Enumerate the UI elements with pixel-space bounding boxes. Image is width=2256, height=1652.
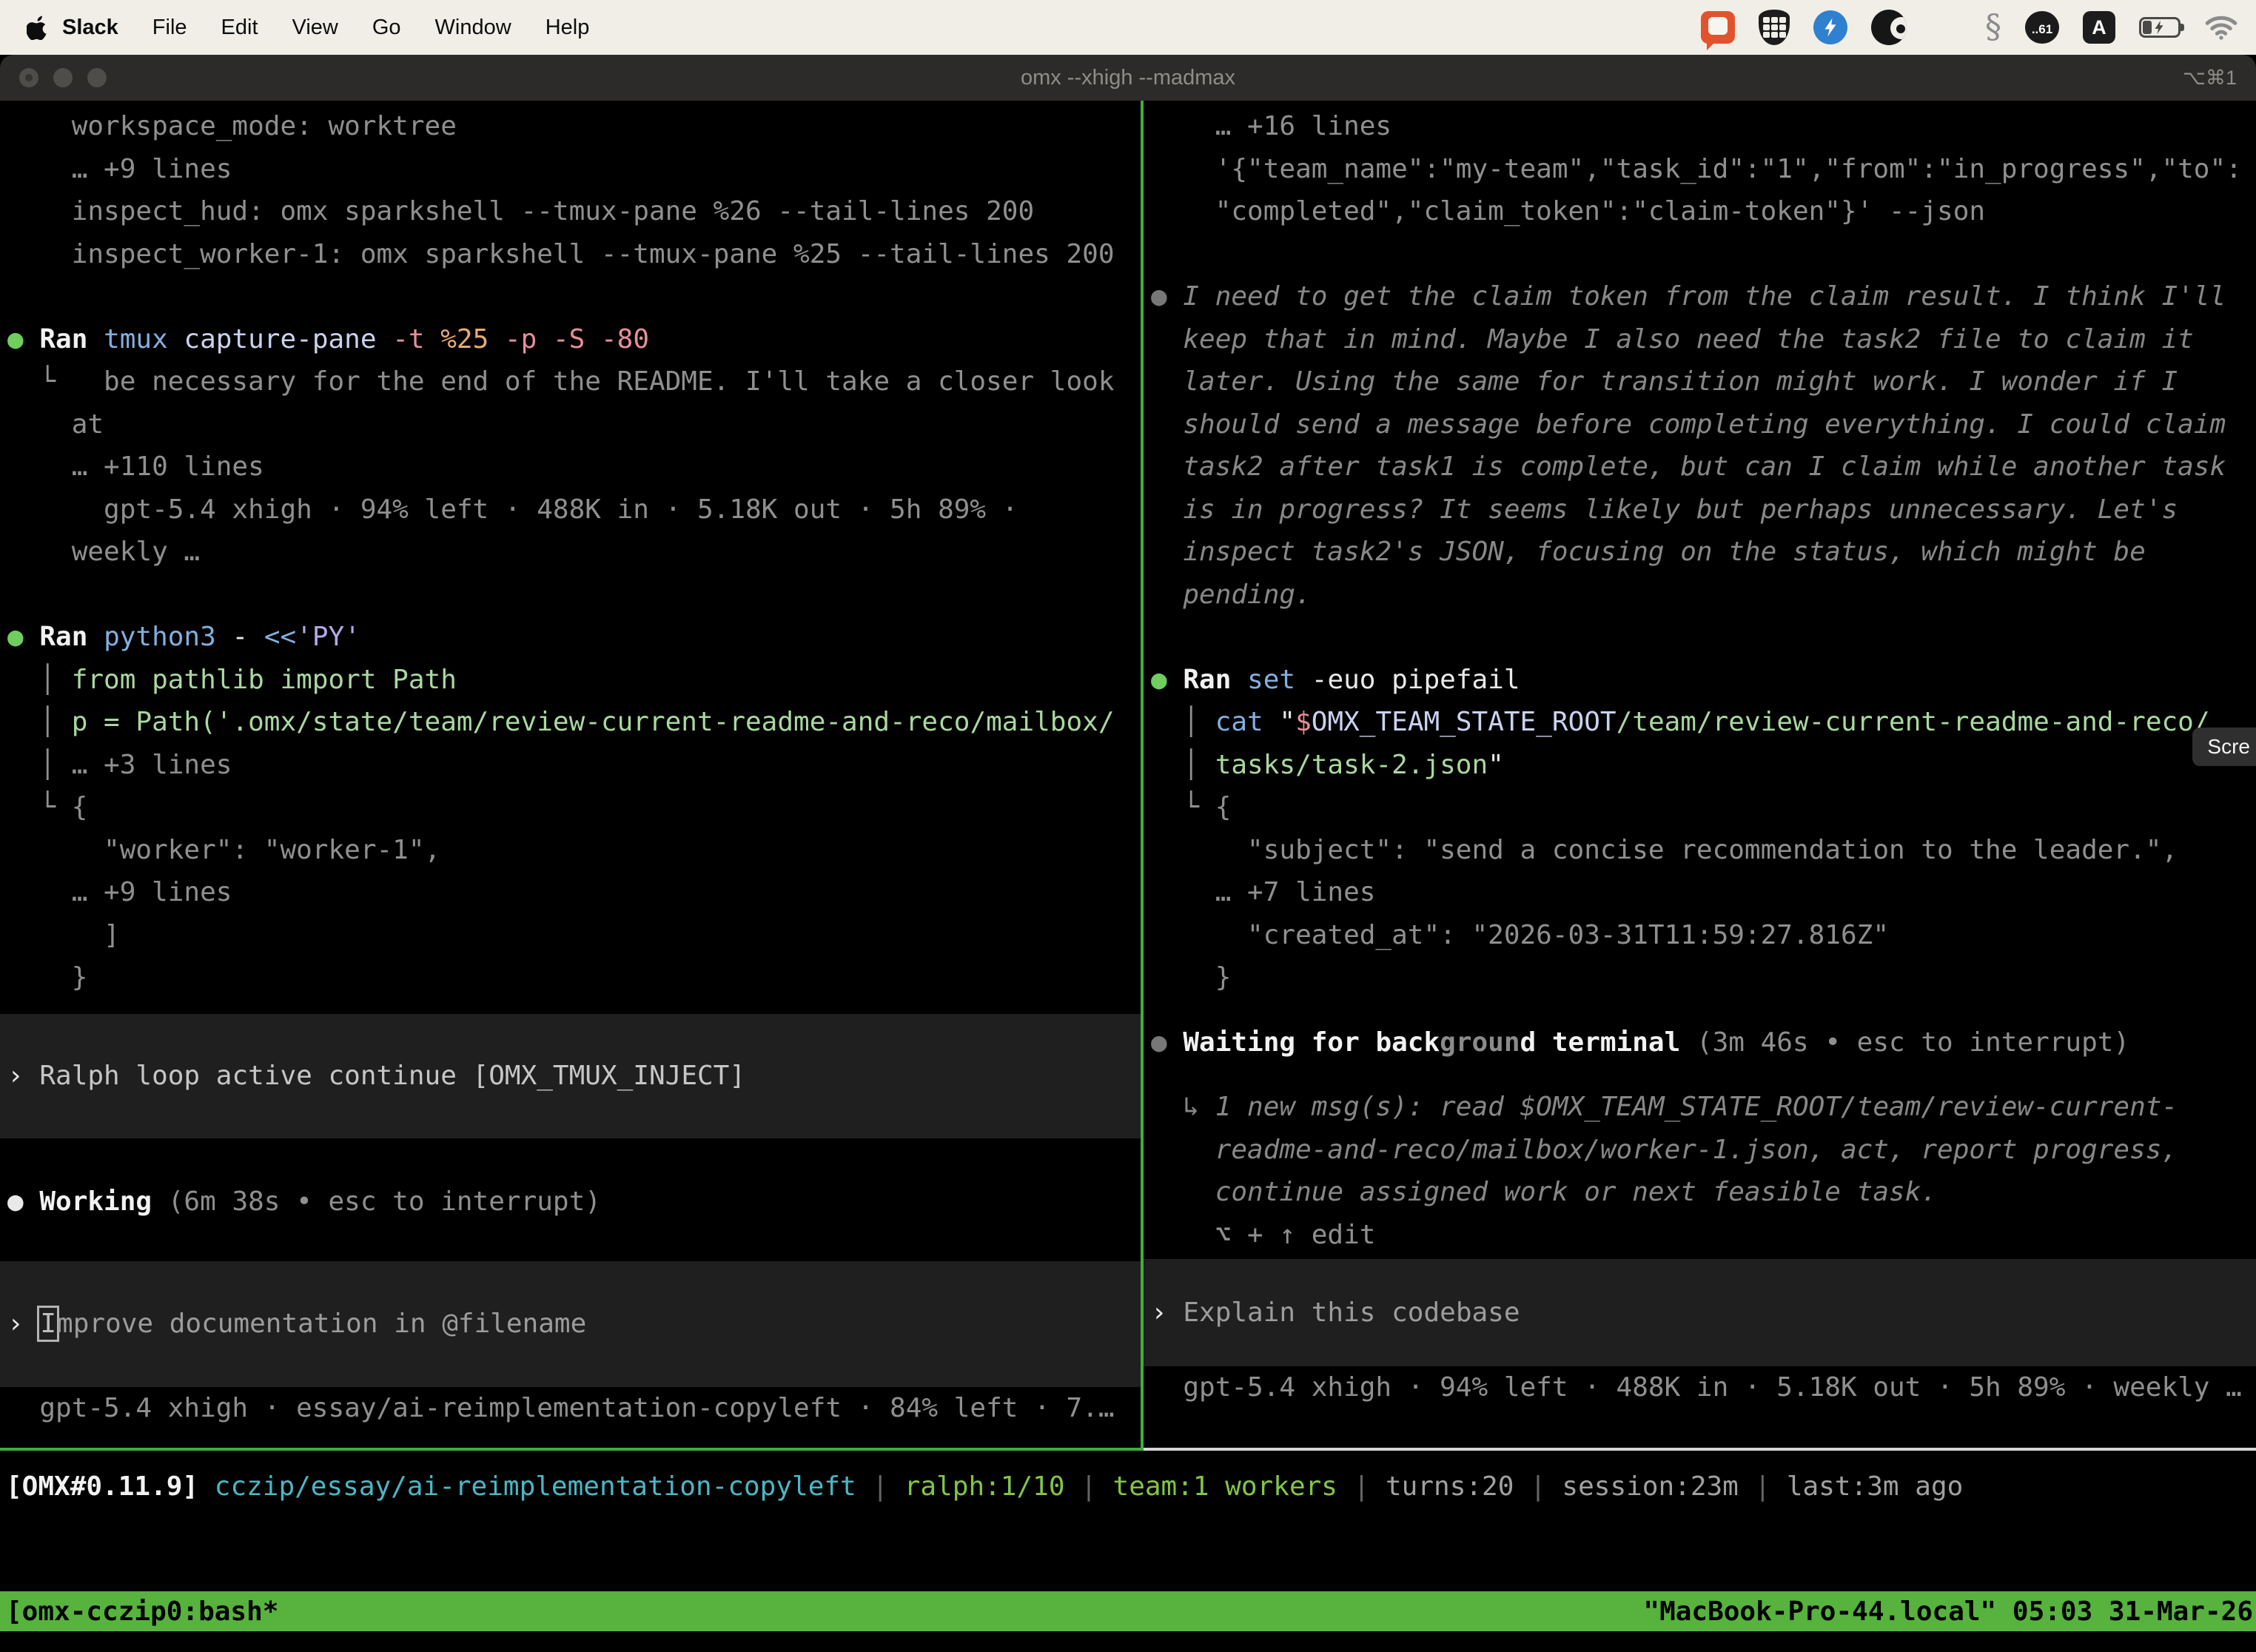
terminal-line: at xyxy=(7,403,1141,446)
terminal-line: } xyxy=(7,956,1141,999)
ralph-loop-banner: › Ralph loop active continue [OMX_TMUX_I… xyxy=(0,1014,1141,1138)
hook-icon[interactable]: § xyxy=(1985,10,2001,45)
terminal-line: inspect_worker-1: omx sparkshell --tmux-… xyxy=(7,233,1141,276)
terminal-line: keep that in mind. Maybe I also need the… xyxy=(1151,318,2256,361)
terminal-line: later. Using the same for transition mig… xyxy=(1151,360,2256,403)
terminal-line xyxy=(1151,616,2256,659)
apple-menu-icon[interactable] xyxy=(27,14,49,41)
terminal-line xyxy=(7,574,1141,617)
terminal-line xyxy=(1151,1064,2256,1086)
terminal-line xyxy=(7,275,1141,318)
window-title: omx --xhigh --madmax xyxy=(0,66,2256,90)
terminal-line: … +9 lines xyxy=(7,871,1141,914)
terminal-line: "subject": "send a concise recommendatio… xyxy=(1151,829,2256,872)
terminal-line: ] xyxy=(7,914,1141,957)
tmux-host-clock: "MacBook-Pro-44.local" 05:03 31-Mar-26 xyxy=(1643,1596,2253,1627)
right-pane-scrollback: … +16 lines '{"team_name":"my-team","tas… xyxy=(1151,105,2256,1256)
tmux-status-bar: [omx-cczip0:bash* "MacBook-Pro-44.local"… xyxy=(0,1591,2256,1631)
terminal-line: ⌥ + ↑ edit xyxy=(1151,1214,2256,1257)
screen-tooltip: Scre xyxy=(2192,728,2256,766)
terminal-line: ↳ 1 new msg(s): read $OMX_TEAM_STATE_ROO… xyxy=(1151,1086,2256,1129)
window-title-bar[interactable]: omx --xhigh --madmax ⌥⌘1 xyxy=(0,55,2256,101)
terminal-line: ● Ran tmux capture-pane -t %25 -p -S -80 xyxy=(7,318,1141,361)
terminal-line: "worker": "worker-1", xyxy=(7,829,1141,872)
menu-item-window[interactable]: Window xyxy=(435,16,511,40)
terminal-line: │ p = Path('.omx/state/team/review-curre… xyxy=(7,701,1141,744)
terminal-line: should send a message before completing … xyxy=(1151,403,2256,446)
working-status-line: ● Working (6m 38s • esc to interrupt) xyxy=(7,1181,1141,1223)
wifi-icon[interactable] xyxy=(2204,15,2238,40)
terminal-line: workspace_mode: worktree xyxy=(7,105,1141,148)
terminal-line xyxy=(1151,999,2256,1021)
terminal-line: ● I need to get the claim token from the… xyxy=(1151,275,2256,318)
menu-item-view[interactable]: View xyxy=(292,16,338,40)
terminal-content: workspace_mode: worktree … +9 lines insp… xyxy=(0,101,2256,1448)
terminal-window: omx --xhigh --madmax ⌥⌘1 workspace_mode:… xyxy=(0,55,2256,1652)
percent-badge-icon[interactable]: ..61 xyxy=(2025,11,2059,44)
terminal-line: │ cat "$OMX_TEAM_STATE_ROOT/team/review-… xyxy=(1151,701,2256,744)
terminal-line: pending. xyxy=(1151,574,2256,617)
tmux-session-label: [omx-cczip0:bash* xyxy=(6,1596,278,1627)
menu-item-help[interactable]: Help xyxy=(545,16,590,40)
terminal-line: └ be necessary for the end of the README… xyxy=(7,360,1141,403)
terminal-line: │ from pathlib import Path xyxy=(7,659,1141,702)
terminal-line: continue assigned work or next feasible … xyxy=(1151,1171,2256,1214)
terminal-line: gpt-5.4 xhigh · 94% left · 488K in · 5.1… xyxy=(7,488,1141,531)
terminal-line: task2 after task1 is complete, but can I… xyxy=(1151,446,2256,488)
terminal-line: │ tasks/task-2.json" xyxy=(1151,744,2256,787)
crescent-circle-icon[interactable] xyxy=(1871,10,1907,45)
left-terminal-pane[interactable]: workspace_mode: worktree … +9 lines insp… xyxy=(0,101,1141,1448)
terminal-line: … +9 lines xyxy=(7,148,1141,191)
left-prompt-input[interactable]: › Improve documentation in @filename xyxy=(0,1261,1141,1387)
menu-item-edit[interactable]: Edit xyxy=(221,16,258,40)
shield-grid-icon[interactable] xyxy=(1759,10,1790,45)
terminal-line: inspect_hud: omx sparkshell --tmux-pane … xyxy=(7,190,1141,233)
omx-status-row: [OMX#0.11.9] cczip/essay/ai-reimplementa… xyxy=(0,1451,2256,1591)
pane-bottom-border xyxy=(0,1448,2256,1451)
right-prompt-input[interactable]: › Explain this codebase xyxy=(1144,1259,2256,1366)
terminal-line: │ … +3 lines xyxy=(7,744,1141,787)
macos-menu-bar: Slack File Edit View Go Window Help § ..61 A xyxy=(0,0,2256,55)
terminal-line: ● Ran set -euo pipefail xyxy=(1151,659,2256,702)
terminal-line: ● Ran python3 - <<'PY' xyxy=(7,616,1141,659)
keyboard-a-icon[interactable]: A xyxy=(2083,11,2115,44)
terminal-line: "completed","claim_token":"claim-token"}… xyxy=(1151,190,2256,233)
menu-item-file[interactable]: File xyxy=(152,16,187,40)
screenshot-chat-icon[interactable] xyxy=(1701,11,1735,44)
terminal-line: "created_at": "2026-03-31T11:59:27.816Z" xyxy=(1151,914,2256,957)
terminal-line: inspect task2's JSON, focusing on the st… xyxy=(1151,531,2256,574)
terminal-line: ● Waiting for background terminal (3m 46… xyxy=(1151,1021,2256,1064)
left-pane-scrollback: workspace_mode: worktree … +9 lines insp… xyxy=(7,105,1141,999)
terminal-line: └ { xyxy=(7,786,1141,829)
terminal-line: } xyxy=(1151,956,2256,999)
dots-grid-icon[interactable] xyxy=(1930,12,1961,43)
terminal-line: readme-and-reco/mailbox/worker-1.json, a… xyxy=(1151,1129,2256,1172)
menu-item-go[interactable]: Go xyxy=(372,16,401,40)
terminal-line: … +110 lines xyxy=(7,446,1141,488)
menu-items: File Edit View Go Window Help xyxy=(152,16,590,40)
terminal-line xyxy=(1151,233,2256,276)
right-terminal-pane[interactable]: … +16 lines '{"team_name":"my-team","tas… xyxy=(1144,101,2256,1448)
active-app-name[interactable]: Slack xyxy=(62,16,118,40)
terminal-line: weekly … xyxy=(7,531,1141,574)
right-pane-status-line: gpt-5.4 xhigh · 94% left · 488K in · 5.1… xyxy=(1151,1366,2256,1409)
terminal-line: └ { xyxy=(1151,786,2256,829)
battery-charging-icon[interactable] xyxy=(2139,17,2181,38)
omx-status-line: [OMX#0.11.9] cczip/essay/ai-reimplementa… xyxy=(6,1465,2256,1508)
terminal-line: … +16 lines xyxy=(1151,105,2256,148)
left-pane-status-line: gpt-5.4 xhigh · essay/ai-reimplementatio… xyxy=(7,1387,1141,1430)
terminal-line: is in progress? It seems likely but perh… xyxy=(1151,488,2256,531)
window-shortcut-badge: ⌥⌘1 xyxy=(2183,67,2237,90)
status-icons: § ..61 A xyxy=(1701,10,2238,45)
window-bottom-fill xyxy=(0,1631,2256,1652)
bolt-badge-icon[interactable] xyxy=(1813,10,1847,44)
terminal-line: … +7 lines xyxy=(1151,871,2256,914)
terminal-line: '{"team_name":"my-team","task_id":"1","f… xyxy=(1151,148,2256,191)
